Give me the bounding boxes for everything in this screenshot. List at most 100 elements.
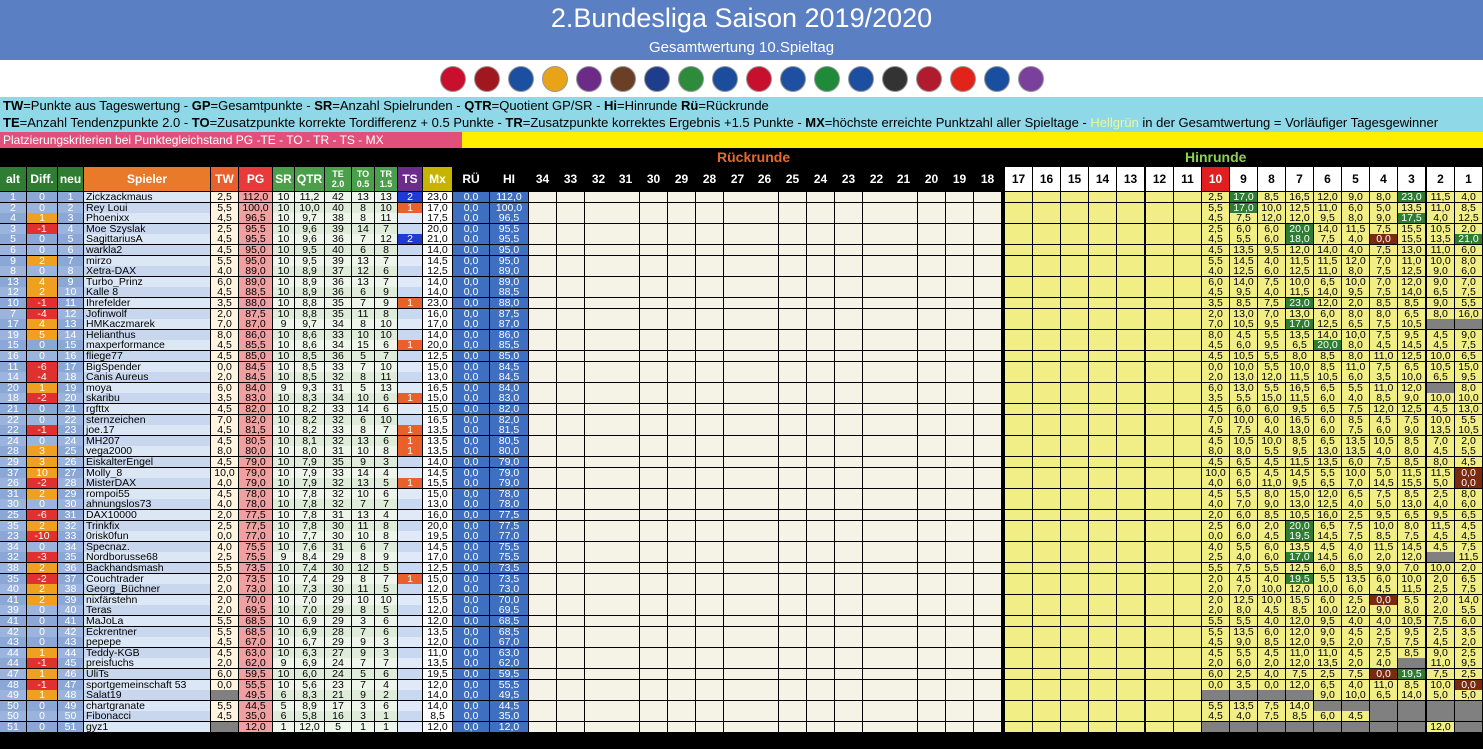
cell-ts [398,287,422,297]
cell-rueck-25 [779,531,806,541]
cell-spieler: Helianthus [84,330,210,340]
cell-rueck-33 [557,256,584,266]
cell-rueck-28 [696,574,723,584]
cell-hin-13 [1117,372,1144,382]
cell-hin-15 [1061,648,1088,658]
bielefeld-logo-icon [507,65,534,92]
cell-ts [398,489,422,499]
cell-pg: 88,5 [239,287,272,297]
cell-neu: 17 [58,362,83,372]
cell-mx: 16,0 [423,309,452,319]
cell-to: 11 [352,521,374,531]
cell-te: 24 [325,658,351,668]
cell-tw: 2,0 [211,584,238,594]
bochum-logo-icon [983,65,1010,92]
cell-rueck-20 [918,277,945,287]
cell-hin-8: 9,0 [1258,499,1285,509]
cell-hin-12 [1146,542,1173,552]
cell-rueck-22 [863,436,890,446]
cell-hin-9: 10,0 [1230,415,1257,425]
cell-hin-8: 8,5 [1258,510,1285,520]
cell-hin-5: 8,0 [1342,340,1369,350]
cell-rueck-19 [946,563,973,573]
cell-to: 1 [352,722,374,732]
cell-hi: 69,5 [490,605,528,615]
cell-ts [398,595,422,605]
cell-alt: 11 [0,362,26,372]
cell-ts [398,542,422,552]
cell-rueck-25 [779,245,806,255]
cell-hin-13 [1117,203,1144,213]
cell-alt: 4 [0,213,26,223]
cell-rueck-20 [918,595,945,605]
cell-ts: 1 [398,574,422,584]
cell-hi: 12,0 [490,722,528,732]
cell-hin-9: 6,0 [1230,531,1257,541]
cell-rueck-19 [946,658,973,668]
cell-hin-8: 10,0 [1258,203,1285,213]
cell-rueck-19 [946,203,973,213]
cell-te: 39 [325,224,351,234]
cell-ru: 0,0 [453,563,489,573]
cell-sr: 6 [273,711,294,721]
cell-hin-14 [1089,605,1116,615]
cell-ts [398,627,422,637]
cell-rueck-34 [529,680,556,690]
cell-rueck-23 [835,372,862,382]
cell-rueck-22 [863,584,890,594]
cell-hin-1: 15,0 [1455,362,1482,372]
cell-pg: 70,0 [239,595,272,605]
cell-hin-1: 4,5 [1455,521,1482,531]
cell-hin-12 [1146,298,1173,308]
cell-rueck-21 [890,457,917,467]
cell-hin-3: 13,0 [1398,499,1425,509]
cell-rueck-20 [918,510,945,520]
cell-rueck-26 [751,468,778,478]
cell-hin-2: 10,0 [1427,680,1454,690]
cell-rueck-24 [807,690,834,700]
cell-hin-16 [1033,711,1060,721]
cell-rueck-25 [779,319,806,329]
cell-hin-15 [1061,574,1088,584]
cell-to: 9 [352,690,374,700]
cell-rueck-32 [585,404,612,414]
cell-hin-2 [1427,701,1454,711]
cell-te: 31 [325,542,351,552]
cell-tw: 0,0 [211,362,238,372]
cell-rueck-18 [974,446,1001,456]
cell-hin-10: 4,5 [1202,436,1229,446]
cell-hin-5: 13,5 [1342,446,1369,456]
cell-rueck-33 [557,552,584,562]
cell-rueck-34 [529,224,556,234]
cell-hin-14 [1089,330,1116,340]
cell-hin-8: 4,5 [1258,531,1285,541]
cell-rueck-26 [751,256,778,266]
cell-rueck-31 [612,287,639,297]
cell-rueck-20 [918,425,945,435]
cell-hin-6: 12,0 [1314,298,1341,308]
cell-hin-5: 4,0 [1342,616,1369,626]
cell-tw: 8,0 [211,330,238,340]
cell-mx: 12,0 [423,680,452,690]
cell-hin-16 [1033,393,1060,403]
cell-hin-3: 12,0 [1398,383,1425,393]
cell-hin-11 [1174,404,1201,414]
cell-hin-1: 2,5 [1455,648,1482,658]
cell-hin-1: 5,0 [1455,690,1482,700]
cell-rueck-32 [585,563,612,573]
cell-neu: 37 [58,574,83,584]
cell-hin-9: 17,0 [1230,192,1257,202]
cell-hin-12 [1146,627,1173,637]
cell-hin-6: 6,5 [1314,404,1341,414]
legend-key: SR [314,98,333,113]
cell-hin-6: 6,0 [1314,711,1341,721]
cell-neu: 32 [58,521,83,531]
cell-hin-10: 6,0 [1202,383,1229,393]
cell-hin-16 [1033,574,1060,584]
cell-rueck-33 [557,234,584,244]
cell-rueck-34 [529,192,556,202]
cell-hin-15 [1061,436,1088,446]
cell-rueck-33 [557,648,584,658]
cell-hin-16 [1033,425,1060,435]
cell-rueck-28 [696,372,723,382]
